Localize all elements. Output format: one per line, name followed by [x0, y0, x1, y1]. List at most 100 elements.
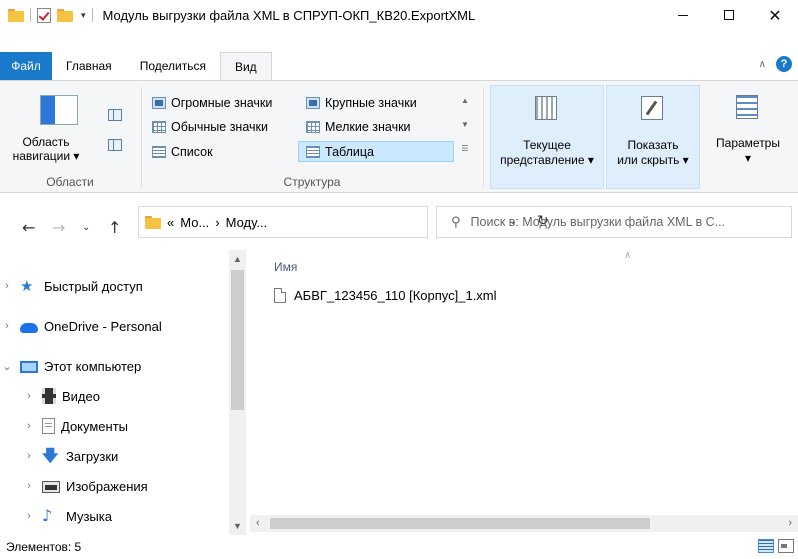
show-hide-button[interactable]: Показать или скрыть ▾: [606, 85, 700, 189]
back-arrow-icon[interactable]: ←: [22, 218, 35, 237]
options-label-1: Параметры: [716, 136, 780, 150]
gallery-more-icon[interactable]: ☰: [458, 137, 472, 161]
expand-icon[interactable]: ›: [22, 450, 36, 462]
breadcrumb-separator[interactable]: ›: [215, 215, 219, 230]
layout-list[interactable]: Список: [152, 142, 213, 162]
breadcrumb-item[interactable]: Моду...: [226, 215, 268, 230]
large-icons-view-button[interactable]: [778, 539, 794, 553]
panes-group: Область навигации ▾ Области: [0, 81, 140, 192]
nav-item-music[interactable]: › ♪ Музыка: [22, 505, 112, 527]
list-icon: [152, 146, 166, 158]
layout-large-icons[interactable]: Крупные значки: [306, 93, 417, 113]
expand-icon[interactable]: ›: [22, 390, 36, 402]
column-header-name[interactable]: Имя: [274, 260, 297, 274]
toolbar-separator: [91, 8, 93, 22]
layout-medium-icons[interactable]: Обычные значки: [152, 117, 268, 137]
downloads-icon: 🡇: [42, 446, 59, 465]
maximize-button[interactable]: [706, 0, 752, 30]
gallery-down-icon[interactable]: ▼: [458, 113, 472, 137]
navigation-pane-icon[interactable]: [40, 95, 78, 125]
expand-icon[interactable]: ›: [22, 510, 36, 522]
layout-group-label: Структура: [283, 175, 341, 189]
tab-home[interactable]: Главная: [52, 52, 126, 80]
folder-icon[interactable]: [8, 8, 24, 22]
current-view-label-1: Текущее: [523, 138, 571, 152]
forward-arrow-icon[interactable]: →: [52, 218, 65, 237]
address-bar[interactable]: « Мо... › Моду... ⌄ ↻: [138, 206, 549, 238]
layout-details[interactable]: Таблица: [306, 142, 374, 162]
panes-group-label: Области: [46, 175, 94, 189]
new-folder-icon[interactable]: [57, 8, 73, 22]
show-hide-icon: [641, 96, 663, 120]
scroll-thumb[interactable]: [270, 518, 650, 529]
nav-item-images[interactable]: › Изображения: [22, 475, 148, 497]
search-input[interactable]: Поиск в: Модуль выгрузки файла XML в С..…: [471, 215, 726, 229]
layout-item-label: Крупные значки: [325, 96, 417, 110]
nav-item-this-pc[interactable]: ⌄ Этот компьютер: [0, 355, 141, 377]
nav-item-downloads[interactable]: › 🡇 Загрузки: [22, 445, 118, 467]
breadcrumb: « Мо... › Моду...: [145, 215, 267, 230]
gallery-up-icon[interactable]: ▲: [458, 89, 472, 113]
search-box[interactable]: ⚲ Поиск в: Модуль выгрузки файла XML в С…: [436, 206, 792, 238]
expand-icon[interactable]: ›: [0, 320, 14, 332]
window-controls: ✕: [660, 0, 798, 30]
tab-file[interactable]: Файл: [0, 52, 52, 80]
nav-item-label: Загрузки: [66, 448, 119, 464]
minimize-button[interactable]: [660, 0, 706, 30]
nav-item-quick-access[interactable]: › ★ Быстрый доступ: [0, 275, 143, 297]
help-icon[interactable]: ?: [776, 56, 792, 72]
collapse-ribbon-icon[interactable]: ∧: [759, 59, 766, 70]
nav-item-label: Этот компьютер: [44, 358, 142, 374]
scroll-up-icon[interactable]: ▲: [229, 254, 246, 264]
tab-view[interactable]: Вид: [219, 52, 272, 80]
preview-pane-icon[interactable]: [108, 109, 122, 121]
breadcrumb-item[interactable]: Мо...: [180, 215, 209, 230]
customize-quick-access-icon[interactable]: ▾: [81, 10, 86, 21]
navigation-pane-button[interactable]: Область навигации ▾: [2, 135, 90, 163]
scroll-left-icon[interactable]: ‹: [256, 515, 260, 532]
layout-item-label: Список: [171, 145, 213, 159]
large-icons-icon: [306, 97, 320, 109]
nav-item-label: Изображения: [66, 478, 148, 494]
expand-icon[interactable]: ›: [22, 480, 36, 492]
layout-gallery-scroll[interactable]: ▲ ▼ ☰: [458, 89, 472, 161]
nav-item-onedrive[interactable]: › OneDrive - Personal: [0, 315, 162, 337]
options-button[interactable]: Параметры ▾: [702, 81, 794, 192]
star-icon: ★: [20, 277, 34, 295]
collapse-icon[interactable]: ⌄: [0, 360, 14, 373]
scroll-right-icon[interactable]: ›: [788, 515, 792, 532]
navigation-pane-label-1: Область: [22, 135, 70, 149]
close-button[interactable]: ✕: [752, 0, 798, 30]
nav-item-video[interactable]: › Видео: [22, 385, 100, 407]
details-pane-icon[interactable]: [108, 139, 122, 151]
layout-item-label: Огромные значки: [171, 96, 273, 110]
layout-extra-large-icons[interactable]: Огромные значки: [152, 93, 272, 113]
list-item[interactable]: АБВГ_123456_110 [Корпус]_1.xml: [274, 288, 497, 303]
up-arrow-icon[interactable]: ↑: [108, 218, 121, 237]
group-separator: [483, 87, 484, 187]
expand-icon[interactable]: ›: [0, 280, 14, 292]
scroll-down-icon[interactable]: ▼: [229, 521, 246, 531]
layout-item-label: Мелкие значки: [325, 120, 411, 134]
file-list: ∧ Имя АБВГ_123456_110 [Корпус]_1.xml: [250, 250, 798, 515]
status-bar: Элементов: 5: [0, 535, 798, 559]
scroll-thumb[interactable]: [231, 270, 244, 410]
layout-item-label: Обычные значки: [171, 120, 268, 134]
toolbar-separator: [30, 8, 31, 22]
images-icon: [42, 481, 60, 493]
extra-large-icons-icon: [152, 97, 166, 109]
current-view-button[interactable]: Текущее представление ▾: [490, 85, 604, 189]
recent-locations-icon[interactable]: ⌄: [82, 222, 90, 233]
layout-small-icons[interactable]: Мелкие значки: [306, 117, 411, 137]
expand-icon[interactable]: ›: [22, 420, 36, 432]
breadcrumb-overflow[interactable]: «: [167, 215, 174, 230]
nav-item-documents[interactable]: › Документы: [22, 415, 128, 437]
tab-share[interactable]: Поделиться: [126, 52, 220, 80]
nav-item-label: Видео: [62, 388, 100, 404]
window-title: Модуль выгрузки файла XML в СПРУП-ОКП_КВ…: [102, 7, 476, 23]
music-icon: ♪: [42, 506, 53, 525]
file-list-horizontal-scrollbar[interactable]: ‹ ›: [250, 515, 798, 532]
navpane-vertical-scrollbar[interactable]: ▲ ▼: [229, 250, 246, 535]
details-view-button[interactable]: [758, 539, 774, 553]
properties-icon[interactable]: [37, 7, 51, 23]
